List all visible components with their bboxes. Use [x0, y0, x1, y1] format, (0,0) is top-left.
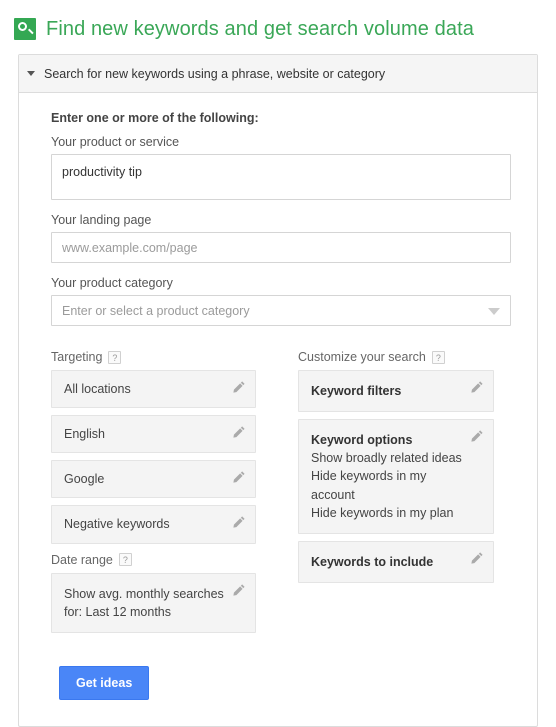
keywords-to-include-box[interactable]: Keywords to include: [298, 540, 494, 583]
search-icon-lens: [18, 22, 27, 31]
panel-header-toggle[interactable]: Search for new keywords using a phrase, …: [19, 55, 537, 93]
date-range-value-box[interactable]: Show avg. monthly searches for: Last 12 …: [51, 572, 256, 633]
keyword-options-line: Hide keywords in my account: [311, 469, 427, 502]
help-icon[interactable]: ?: [108, 350, 122, 364]
product-or-service-label: Your product or service: [51, 135, 180, 149]
customize-header: Customize your search ?: [298, 350, 494, 364]
targeting-item-label: Google: [64, 472, 105, 487]
date-range-value: Show avg. monthly searches for: Last 12 …: [64, 586, 224, 619]
chevron-down-icon: [27, 71, 35, 76]
search-panel: Search for new keywords using a phrase, …: [18, 54, 538, 727]
search-icon: [14, 18, 36, 40]
product-category-label: Your product category: [51, 276, 173, 290]
landing-page-input[interactable]: www.example.com/page: [51, 232, 511, 263]
date-range-header: Date range ?: [51, 553, 256, 567]
chevron-down-icon: [488, 308, 500, 315]
form-heading: Enter one or more of the following:: [51, 111, 259, 125]
form-section: Enter one or more of the following: Your…: [19, 111, 537, 326]
panel-body: Enter one or more of the following: Your…: [19, 93, 537, 726]
customize-column: Customize your search ? Keyword filters …: [298, 350, 494, 640]
targeting-item-label: Negative keywords: [64, 517, 170, 532]
pencil-icon[interactable]: [232, 515, 246, 529]
keyword-options-line: Hide keywords in my plan: [311, 505, 454, 520]
get-ideas-button[interactable]: Get ideas: [59, 665, 150, 700]
help-icon[interactable]: ?: [118, 553, 132, 566]
pencil-icon[interactable]: [232, 470, 246, 484]
product-or-service-input[interactable]: productivity tip: [51, 154, 511, 200]
customize-label: Customize your search: [298, 350, 426, 364]
actions-row: Get ideas: [19, 640, 537, 700]
pencil-icon[interactable]: [470, 380, 484, 394]
landing-page-label: Your landing page: [51, 213, 152, 227]
keyword-filters-box[interactable]: Keyword filters: [298, 370, 494, 413]
date-range-label: Date range: [51, 552, 113, 567]
targeting-item-all-locations[interactable]: All locations: [51, 370, 256, 409]
targeting-item-english[interactable]: English: [51, 415, 256, 454]
panel-header-label: Search for new keywords using a phrase, …: [44, 66, 386, 81]
targeting-item-google[interactable]: Google: [51, 460, 256, 499]
pencil-icon[interactable]: [470, 551, 484, 565]
search-icon-handle: [27, 28, 34, 35]
targeting-header: Targeting ?: [51, 350, 256, 364]
keyword-options-line: Show broadly related ideas: [311, 451, 462, 466]
targeting-label: Targeting: [51, 350, 103, 364]
help-icon[interactable]: ?: [431, 350, 445, 364]
page-title: Find new keywords and get search volume …: [46, 17, 474, 40]
pencil-icon[interactable]: [232, 583, 246, 597]
pencil-icon[interactable]: [232, 380, 246, 394]
page-title-row: Find new keywords and get search volume …: [0, 0, 556, 44]
targeting-item-negative-keywords[interactable]: Negative keywords: [51, 505, 256, 544]
pencil-icon[interactable]: [470, 429, 484, 443]
product-category-selected-value: Enter or select a product category: [62, 304, 250, 318]
keyword-filters-title: Keyword filters: [311, 384, 402, 398]
pencil-icon[interactable]: [232, 425, 246, 439]
targeting-column: Targeting ? All locations English Google…: [51, 350, 256, 640]
product-category-select[interactable]: Enter or select a product category: [51, 295, 511, 326]
keywords-to-include-title: Keywords to include: [311, 554, 434, 569]
options-columns: Targeting ? All locations English Google…: [19, 326, 537, 640]
keyword-options-box[interactable]: Keyword options Show broadly related ide…: [298, 419, 494, 534]
keyword-options-title: Keyword options: [311, 433, 413, 448]
targeting-item-label: All locations: [64, 382, 131, 396]
targeting-item-label: English: [64, 427, 105, 442]
